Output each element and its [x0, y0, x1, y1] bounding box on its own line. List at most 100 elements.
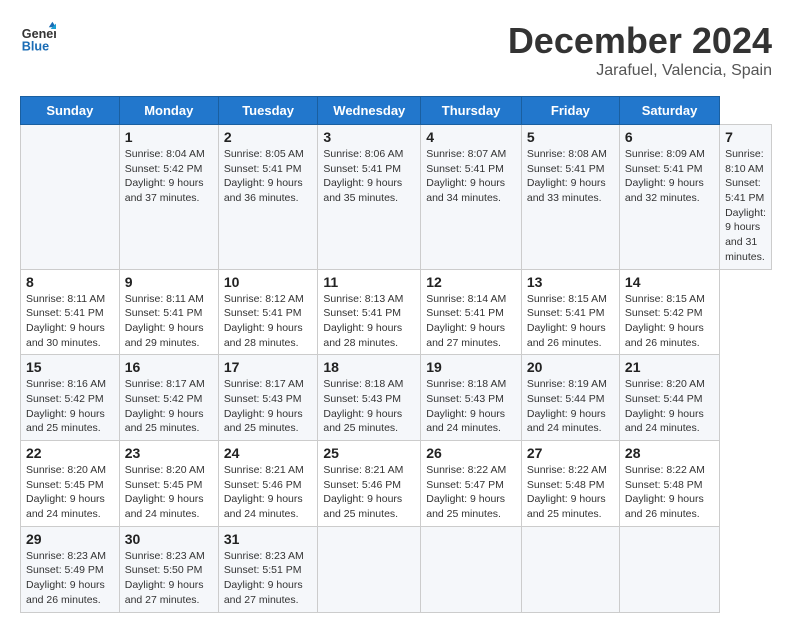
week-row-1: 1Sunrise: 8:04 AM Sunset: 5:42 PM Daylig… — [21, 125, 772, 270]
day-number: 19 — [426, 359, 516, 375]
day-info: Sunrise: 8:15 AM Sunset: 5:41 PM Dayligh… — [527, 292, 614, 351]
day-number: 7 — [725, 129, 766, 145]
day-cell-31: 31 Sunrise: 8:23 AM Sunset: 5:51 PM Dayli… — [218, 526, 318, 612]
header-day-monday: Monday — [119, 97, 218, 125]
day-number: 16 — [125, 359, 213, 375]
day-number: 29 — [26, 531, 114, 547]
day-cell-24: 24 Sunrise: 8:21 AM Sunset: 5:46 PM Dayli… — [218, 441, 318, 527]
day-info: Sunrise: 8:12 AM Sunset: 5:41 PM Dayligh… — [224, 292, 313, 351]
day-info: Sunrise: 8:16 AM Sunset: 5:42 PM Dayligh… — [26, 377, 114, 436]
day-number: 9 — [125, 274, 213, 290]
day-cell-8: 8 Sunrise: 8:11 AM Sunset: 5:41 PM Daylig… — [21, 269, 120, 355]
day-number: 15 — [26, 359, 114, 375]
day-number: 27 — [527, 445, 614, 461]
day-info: Sunrise: 8:20 AM Sunset: 5:45 PM Dayligh… — [125, 463, 213, 522]
day-cell-10: 10 Sunrise: 8:12 AM Sunset: 5:41 PM Dayli… — [218, 269, 318, 355]
location-subtitle: Jarafuel, Valencia, Spain — [508, 62, 772, 80]
day-info: Sunrise: 8:07 AM Sunset: 5:41 PM Dayligh… — [426, 147, 516, 206]
day-number: 20 — [527, 359, 614, 375]
day-number: 24 — [224, 445, 313, 461]
day-cell-13: 13Sunrise: 8:15 AM Sunset: 5:41 PM Dayli… — [521, 269, 619, 355]
day-info: Sunrise: 8:23 AM Sunset: 5:51 PM Dayligh… — [224, 549, 313, 608]
day-info: Sunrise: 8:20 AM Sunset: 5:45 PM Dayligh… — [26, 463, 114, 522]
day-info: Sunrise: 8:21 AM Sunset: 5:46 PM Dayligh… — [323, 463, 415, 522]
logo: General Blue — [20, 20, 56, 56]
header-day-saturday: Saturday — [619, 97, 719, 125]
header-day-sunday: Sunday — [21, 97, 120, 125]
day-number: 12 — [426, 274, 516, 290]
week-row-3: 15 Sunrise: 8:16 AM Sunset: 5:42 PM Dayli… — [21, 355, 772, 441]
day-cell-25: 25 Sunrise: 8:21 AM Sunset: 5:46 PM Dayli… — [318, 441, 421, 527]
calendar-table: SundayMondayTuesdayWednesdayThursdayFrid… — [20, 96, 772, 613]
day-cell-4: 4Sunrise: 8:07 AM Sunset: 5:41 PM Daylig… — [421, 125, 522, 270]
day-cell-19: 19 Sunrise: 8:18 AM Sunset: 5:43 PM Dayli… — [421, 355, 522, 441]
day-number: 28 — [625, 445, 714, 461]
day-info: Sunrise: 8:11 AM Sunset: 5:41 PM Dayligh… — [26, 292, 114, 351]
day-info: Sunrise: 8:21 AM Sunset: 5:46 PM Dayligh… — [224, 463, 313, 522]
day-info: Sunrise: 8:20 AM Sunset: 5:44 PM Dayligh… — [625, 377, 714, 436]
day-number: 10 — [224, 274, 313, 290]
day-number: 31 — [224, 531, 313, 547]
day-number: 11 — [323, 274, 415, 290]
day-number: 23 — [125, 445, 213, 461]
day-number: 3 — [323, 129, 415, 145]
day-cell-18: 18 Sunrise: 8:18 AM Sunset: 5:43 PM Dayli… — [318, 355, 421, 441]
day-info: Sunrise: 8:06 AM Sunset: 5:41 PM Dayligh… — [323, 147, 415, 206]
day-info: Sunrise: 8:10 AM Sunset: 5:41 PM Dayligh… — [725, 147, 766, 265]
week-row-5: 29 Sunrise: 8:23 AM Sunset: 5:49 PM Dayli… — [21, 526, 772, 612]
day-number: 17 — [224, 359, 313, 375]
empty-cell — [521, 526, 619, 612]
day-number: 25 — [323, 445, 415, 461]
day-cell-14: 14 Sunrise: 8:15 AM Sunset: 5:42 PM Dayli… — [619, 269, 719, 355]
day-info: Sunrise: 8:22 AM Sunset: 5:47 PM Dayligh… — [426, 463, 516, 522]
day-cell-16: 16 Sunrise: 8:17 AM Sunset: 5:42 PM Dayli… — [119, 355, 218, 441]
day-cell-17: 17 Sunrise: 8:17 AM Sunset: 5:43 PM Dayli… — [218, 355, 318, 441]
day-number: 1 — [125, 129, 213, 145]
day-cell-15: 15 Sunrise: 8:16 AM Sunset: 5:42 PM Dayli… — [21, 355, 120, 441]
day-info: Sunrise: 8:23 AM Sunset: 5:49 PM Dayligh… — [26, 549, 114, 608]
day-number: 2 — [224, 129, 313, 145]
day-cell-5: 5Sunrise: 8:08 AM Sunset: 5:41 PM Daylig… — [521, 125, 619, 270]
day-number: 14 — [625, 274, 714, 290]
month-title: December 2024 — [508, 20, 772, 62]
day-number: 5 — [527, 129, 614, 145]
day-number: 22 — [26, 445, 114, 461]
empty-cell — [21, 125, 120, 270]
day-number: 6 — [625, 129, 714, 145]
day-info: Sunrise: 8:19 AM Sunset: 5:44 PM Dayligh… — [527, 377, 614, 436]
empty-cell — [421, 526, 522, 612]
day-cell-7: 7 Sunrise: 8:10 AM Sunset: 5:41 PM Daylig… — [720, 125, 772, 270]
day-cell-2: 2 Sunrise: 8:05 AM Sunset: 5:41 PM Daylig… — [218, 125, 318, 270]
week-row-2: 8 Sunrise: 8:11 AM Sunset: 5:41 PM Daylig… — [21, 269, 772, 355]
day-cell-12: 12Sunrise: 8:14 AM Sunset: 5:41 PM Dayli… — [421, 269, 522, 355]
empty-cell — [619, 526, 719, 612]
page-header: General Blue December 2024 Jarafuel, Val… — [20, 20, 772, 80]
day-cell-20: 20 Sunrise: 8:19 AM Sunset: 5:44 PM Dayli… — [521, 355, 619, 441]
day-cell-6: 6 Sunrise: 8:09 AM Sunset: 5:41 PM Daylig… — [619, 125, 719, 270]
header-day-tuesday: Tuesday — [218, 97, 318, 125]
empty-cell — [318, 526, 421, 612]
day-cell-9: 9 Sunrise: 8:11 AM Sunset: 5:41 PM Daylig… — [119, 269, 218, 355]
day-cell-21: 21 Sunrise: 8:20 AM Sunset: 5:44 PM Dayli… — [619, 355, 719, 441]
day-info: Sunrise: 8:18 AM Sunset: 5:43 PM Dayligh… — [323, 377, 415, 436]
day-info: Sunrise: 8:17 AM Sunset: 5:43 PM Dayligh… — [224, 377, 313, 436]
day-cell-30: 30Sunrise: 8:23 AM Sunset: 5:50 PM Dayli… — [119, 526, 218, 612]
day-number: 8 — [26, 274, 114, 290]
day-info: Sunrise: 8:18 AM Sunset: 5:43 PM Dayligh… — [426, 377, 516, 436]
day-cell-11: 11Sunrise: 8:13 AM Sunset: 5:41 PM Dayli… — [318, 269, 421, 355]
day-cell-3: 3 Sunrise: 8:06 AM Sunset: 5:41 PM Daylig… — [318, 125, 421, 270]
day-info: Sunrise: 8:11 AM Sunset: 5:41 PM Dayligh… — [125, 292, 213, 351]
day-info: Sunrise: 8:15 AM Sunset: 5:42 PM Dayligh… — [625, 292, 714, 351]
day-cell-27: 27 Sunrise: 8:22 AM Sunset: 5:48 PM Dayli… — [521, 441, 619, 527]
day-number: 21 — [625, 359, 714, 375]
title-block: December 2024 Jarafuel, Valencia, Spain — [508, 20, 772, 80]
day-info: Sunrise: 8:23 AM Sunset: 5:50 PM Dayligh… — [125, 549, 213, 608]
header-day-friday: Friday — [521, 97, 619, 125]
day-info: Sunrise: 8:05 AM Sunset: 5:41 PM Dayligh… — [224, 147, 313, 206]
day-info: Sunrise: 8:22 AM Sunset: 5:48 PM Dayligh… — [527, 463, 614, 522]
header-day-thursday: Thursday — [421, 97, 522, 125]
day-number: 18 — [323, 359, 415, 375]
day-number: 26 — [426, 445, 516, 461]
day-info: Sunrise: 8:17 AM Sunset: 5:42 PM Dayligh… — [125, 377, 213, 436]
day-info: Sunrise: 8:09 AM Sunset: 5:41 PM Dayligh… — [625, 147, 714, 206]
